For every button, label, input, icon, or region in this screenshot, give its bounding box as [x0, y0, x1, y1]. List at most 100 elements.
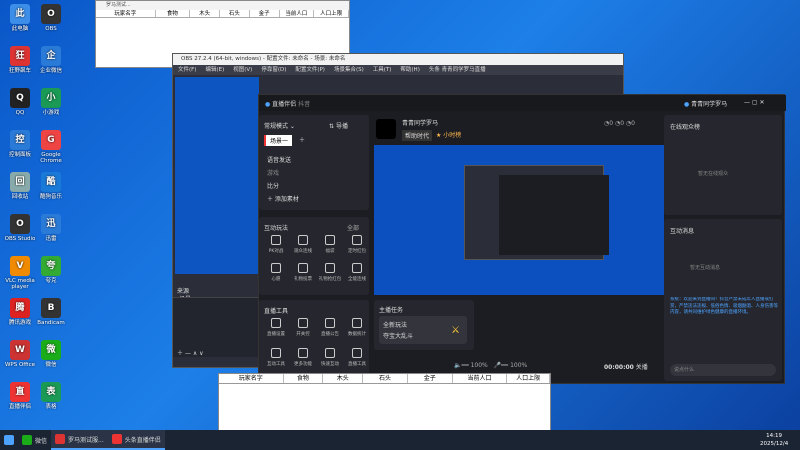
stream-preview[interactable] [374, 145, 664, 295]
obs-menu-item[interactable]: 工具(T) [373, 65, 392, 75]
obs-menu-item[interactable]: 编辑(E) [205, 65, 224, 75]
obs-menu-item[interactable]: 视图(V) [233, 65, 252, 75]
live-tool[interactable]: 互动工具 [261, 348, 291, 367]
source-item[interactable]: 语音发送 [267, 155, 291, 164]
live-companion-window[interactable]: ● 直播伴侣 抖音 ● 青青同学罗马 — ▢ ✕ 常规模式 ⌄ ⇅ 导播 场景一… [258, 94, 786, 384]
desktop-icon[interactable]: B Bandicam [33, 298, 69, 326]
stream-info: 青青同学罗马 帮助时代 ★ 小时榜 ◔0 ◔0 ◔0 [374, 115, 664, 143]
desktop-icon[interactable]: 小小游戏 [33, 88, 69, 116]
interactive-tool[interactable]: PK对战 [261, 235, 291, 254]
scene-tab[interactable]: 场景一 [264, 135, 293, 146]
desktop-icon[interactable]: 表表格 [33, 382, 69, 410]
scene-panel: 常规模式 ⌄ ⇅ 导播 场景一 ＋ 语音发送游戏比分 ＋ 添加素材 [259, 115, 369, 210]
obs-menu-item[interactable]: 头条 青青同学罗马直播 [429, 65, 486, 75]
mode-selector[interactable]: 常规模式 ⌄ [264, 121, 295, 130]
desktop-icon[interactable]: 微微信 [33, 340, 69, 368]
column-header: 食物 [156, 10, 191, 17]
tool-label: 礼物投票 [294, 277, 312, 282]
desktop-icon[interactable]: 酷酷狗音乐 [33, 172, 69, 200]
tool-label: 更多功能 [294, 362, 312, 367]
interactive-tool[interactable]: 福袋 [315, 235, 345, 254]
taskbar-item[interactable]: 罗马测试服... [51, 430, 108, 450]
obs-menu-item[interactable]: 配置文件(P) [295, 65, 325, 75]
app-icon: 此 [10, 4, 30, 24]
interactive-tool[interactable]: 观众连线 [288, 235, 318, 254]
task-title: 主播任务 [379, 307, 404, 314]
desktop-icon[interactable]: G Google Chrome [33, 130, 69, 164]
live-tool[interactable]: 快速互动 [315, 348, 345, 367]
volume-controls[interactable]: 🔈━━ 100% 🎤━━ 100% [454, 362, 527, 369]
tool-icon [298, 318, 308, 328]
column-header: 木头 [190, 10, 221, 17]
obs-preview[interactable] [175, 77, 259, 297]
column-header: 石头 [220, 10, 250, 17]
column-header: 人口上限 [507, 374, 551, 383]
desktop-icon[interactable]: O OBS [33, 4, 69, 32]
column-header: 玩家名字 [96, 10, 156, 17]
live-tool[interactable]: 直播公告 [315, 318, 345, 337]
tool-label: 定时红包 [348, 249, 366, 254]
obs-menu-item[interactable]: 场景集合(S) [334, 65, 364, 75]
desktop-icon-label: Bandicam [37, 320, 65, 326]
header-user[interactable]: ● 青青同学罗马 [684, 99, 727, 108]
desktop-icon[interactable]: 迅迅雷 [33, 214, 69, 242]
app-icon: 迅 [41, 214, 61, 234]
live-tool[interactable]: 直播设置 [261, 318, 291, 337]
message-panel: 互动消息 暂无互动消息 系统：欢迎来到直播间！抖音严禁未成年人直播或打赏，严禁违… [664, 219, 782, 381]
add-scene-button[interactable]: ＋ [299, 135, 305, 144]
live-tool[interactable]: 数据统计 [342, 318, 372, 337]
interactive-more[interactable]: 全部 [347, 223, 359, 232]
live-tool[interactable]: 开关控 [288, 318, 318, 337]
live-tool[interactable]: 直播工具 [342, 348, 372, 367]
tool-icon [271, 263, 281, 273]
obs-menu-item[interactable]: 文件(F) [178, 65, 196, 75]
tag-era[interactable]: 帮助时代 [402, 130, 433, 141]
live-tool[interactable]: 更多功能 [288, 348, 318, 367]
obs-menu-item[interactable]: 帮助(H) [400, 65, 419, 75]
obs-menu-bar: 文件(F) 编辑(E) 视图(V) 停靠窗(D) 配置文件(P) 场景集合(S) 工具(T)… [173, 65, 623, 75]
game-name: 夺宝大乱斗 [383, 333, 414, 340]
tool-icon [271, 318, 281, 328]
desktop-icon-label: 夸克 [45, 278, 57, 284]
source-item[interactable]: ＋ 添加素材 [267, 194, 299, 203]
tray-clock[interactable]: 14:19 2025/12/4 [760, 432, 788, 448]
interactive-tool[interactable]: 礼物抢红包 [315, 263, 345, 282]
online-empty: 暂无在线观众 [698, 171, 729, 177]
desktop-icon[interactable]: 企企业微信 [33, 46, 69, 74]
game-card[interactable]: 全新玩法 夺宝大乱斗 ⚔ [379, 316, 467, 344]
stream-stats: ◔0 ◔0 ◔0 [604, 120, 635, 127]
app-icon: 表 [41, 382, 61, 402]
start-button[interactable] [0, 430, 18, 450]
tool-icon [352, 348, 362, 358]
tool-label: 福袋 [325, 249, 335, 254]
taskbar: 微信 罗马测试服... 头条直播伴侣 14:19 2025/12/4 [0, 430, 800, 450]
column-header: 玩家名字 [219, 374, 284, 383]
source-item[interactable]: 比分 [267, 181, 279, 190]
interactive-tool[interactable]: 定时红包 [342, 235, 372, 254]
interactive-title: 互动玩法 [264, 225, 289, 232]
source-item[interactable]: 游戏 [267, 168, 279, 177]
desktop-icon[interactable]: 夸夸克 [33, 256, 69, 284]
streamer-avatar [376, 119, 396, 139]
taskbar-item[interactable]: 微信 [18, 430, 51, 450]
interactive-tool[interactable]: 心愿 [261, 263, 291, 282]
taskbar-item[interactable]: 头条直播伴侣 [107, 430, 165, 450]
msg-title: 互动消息 [670, 228, 695, 235]
import-button[interactable]: ⇅ 导播 [329, 121, 348, 130]
app-icon: W [10, 340, 30, 360]
obs-menu-item[interactable]: 停靠窗(D) [261, 65, 286, 75]
chat-input[interactable]: 说点什么 [670, 364, 776, 376]
tag-hourly[interactable]: ★ 小时榜 [436, 130, 461, 139]
interactive-tool[interactable]: 礼物投票 [288, 263, 318, 282]
obs-controls[interactable]: ＋ — ∧ ∨ [177, 348, 204, 357]
interactive-tool[interactable]: 全能连线 [342, 263, 372, 282]
taskbar-app-icon [111, 434, 122, 444]
stop-button[interactable]: 关播 [636, 364, 648, 371]
app-icon: V [10, 256, 30, 276]
app-icon: 腾 [10, 298, 30, 318]
preview-inner-live [499, 175, 609, 255]
tool-icon [298, 235, 308, 245]
window-controls[interactable]: — ▢ ✕ [744, 99, 765, 106]
app-icon: O [10, 214, 30, 234]
tool-label: 礼物抢红包 [318, 277, 342, 282]
